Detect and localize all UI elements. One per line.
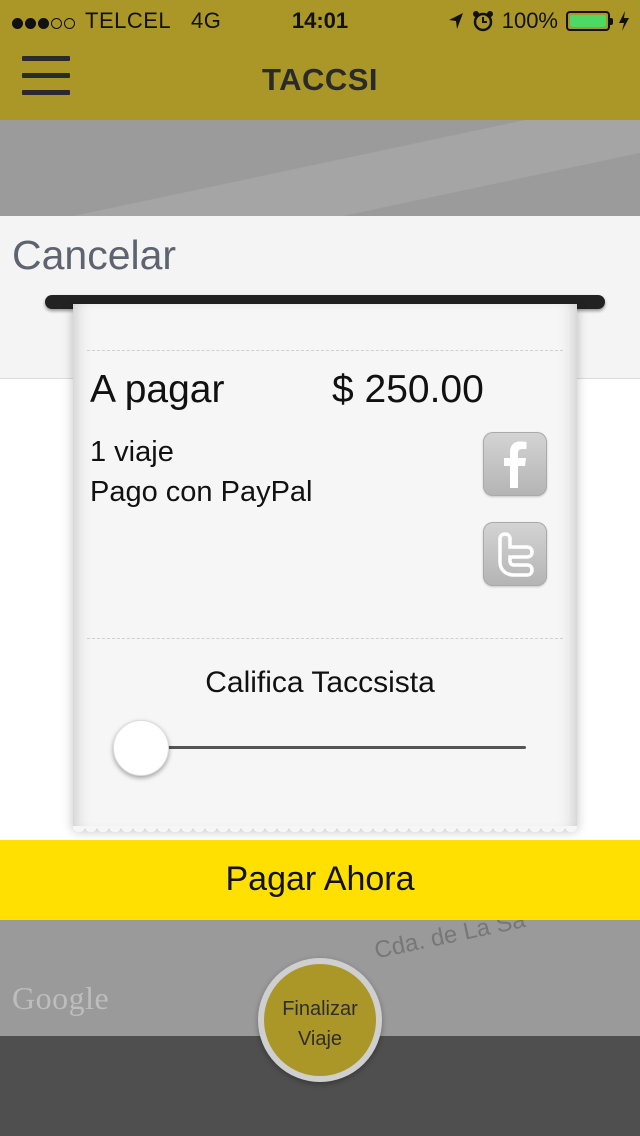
finalize-trip-button[interactable]: Finalizar Viaje bbox=[258, 958, 382, 1082]
location-arrow-icon bbox=[448, 13, 463, 29]
pay-now-label: Pagar Ahora bbox=[225, 860, 415, 898]
rate-driver-label: Califica Taccsista bbox=[205, 666, 435, 699]
amount-due-value: $ 250.00 bbox=[332, 368, 484, 411]
map-road-label: Cda. de La Sa bbox=[372, 920, 528, 965]
amount-due-label: A pagar bbox=[90, 368, 225, 411]
map-road bbox=[0, 120, 640, 216]
battery-icon bbox=[566, 11, 613, 31]
alarm-clock-icon bbox=[472, 11, 493, 32]
receipt-torn-edge bbox=[73, 826, 577, 836]
rating-slider-thumb[interactable] bbox=[113, 720, 169, 776]
finalize-line2: Viaje bbox=[297, 1028, 343, 1050]
map-background-top bbox=[0, 120, 640, 216]
finalize-trip-label: Finalizar Viaje bbox=[264, 994, 376, 1054]
pay-now-button[interactable]: Pagar Ahora bbox=[0, 840, 640, 920]
app-title: TACCSI bbox=[261, 62, 379, 97]
facebook-icon bbox=[504, 441, 527, 488]
status-right: 100% bbox=[448, 8, 630, 34]
finalize-line1: Finalizar bbox=[282, 998, 358, 1020]
google-attribution: Google bbox=[12, 980, 110, 1016]
facebook-share-button[interactable] bbox=[483, 432, 547, 496]
payment-method: Pago con PayPal bbox=[90, 476, 313, 508]
charging-bolt-icon bbox=[619, 11, 629, 31]
battery-percent: 100% bbox=[501, 8, 558, 33]
rating-slider-track[interactable] bbox=[140, 746, 526, 749]
twitter-share-button[interactable] bbox=[483, 522, 547, 586]
trip-count: 1 viaje bbox=[90, 436, 174, 468]
status-bar: TELCEL 4G 14:01 100% bbox=[0, 0, 640, 40]
twitter-icon bbox=[498, 532, 534, 577]
cancel-button[interactable]: Cancelar bbox=[12, 232, 176, 279]
receipt-divider bbox=[87, 350, 563, 351]
receipt-divider bbox=[87, 638, 563, 639]
